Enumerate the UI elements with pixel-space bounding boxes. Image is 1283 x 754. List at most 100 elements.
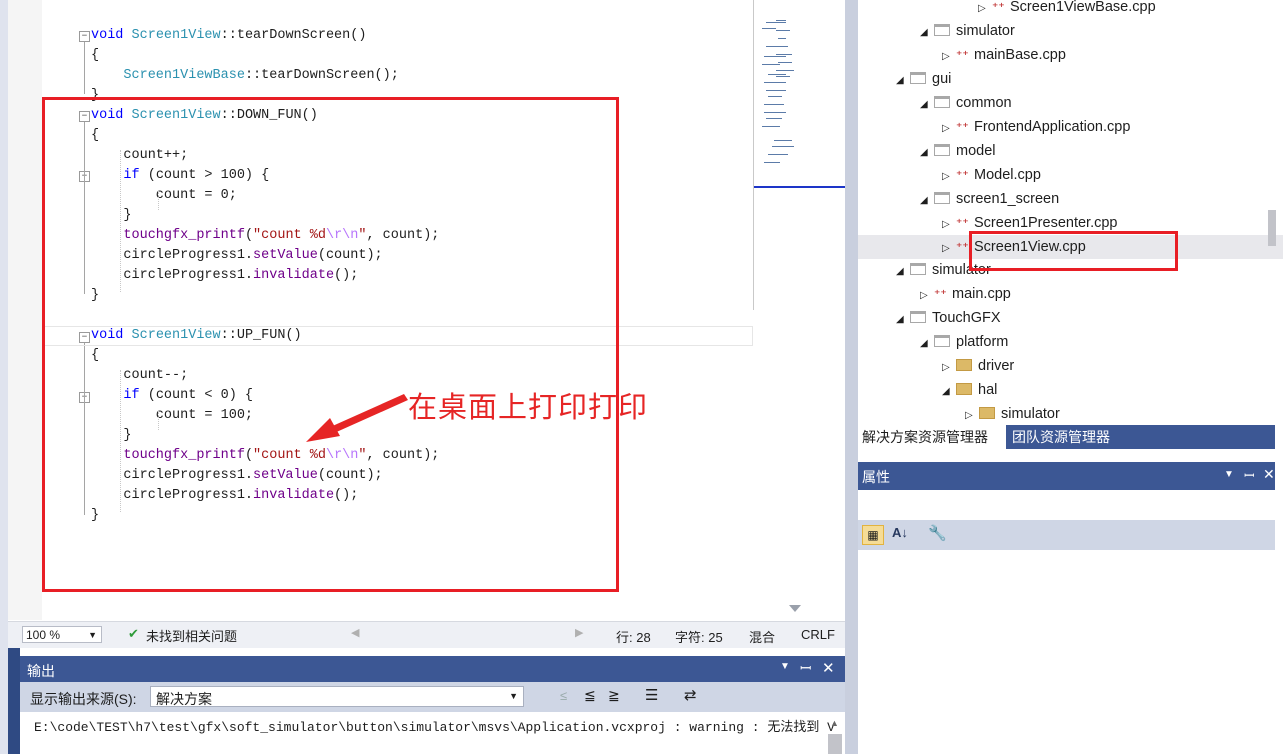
- panel-splitter[interactable]: [845, 0, 858, 754]
- tab-solution-explorer[interactable]: 解决方案资源管理器: [858, 425, 1006, 449]
- tree-item[interactable]: ◢ model: [920, 139, 996, 163]
- dropdown-icon[interactable]: ▼: [780, 661, 790, 672]
- triangle-collapsed-icon[interactable]: ▷: [978, 0, 992, 21]
- wrap-icon[interactable]: ⇄: [684, 686, 697, 704]
- minimap-mark: [766, 22, 786, 23]
- tree-item[interactable]: ▷ ⁺⁺ main.cpp: [920, 282, 1011, 306]
- triangle-expanded-icon[interactable]: ◢: [920, 141, 934, 165]
- code-minimap[interactable]: [753, 0, 847, 311]
- output-source-value: 解决方案: [156, 691, 212, 707]
- zoom-select[interactable]: 100 % ▼: [22, 626, 102, 643]
- triangle-expanded-icon[interactable]: ◢: [920, 93, 934, 117]
- output-source-label: 显示输出来源(S):: [30, 691, 137, 707]
- tree-item[interactable]: ◢ common: [920, 91, 1012, 115]
- tree-item-label: FrontendApplication.cpp: [974, 119, 1131, 135]
- tree-item[interactable]: ◢ platform: [920, 330, 1008, 354]
- triangle-collapsed-icon[interactable]: ▷: [942, 356, 956, 380]
- tree-item[interactable]: ◢ gui: [896, 67, 951, 91]
- tree-item[interactable]: ▷ ⁺⁺ Model.cpp: [942, 163, 1041, 187]
- eol-indicator[interactable]: CRLF: [801, 627, 835, 642]
- tree-item[interactable]: ▷ ⁺⁺ FrontendApplication.cpp: [942, 115, 1130, 139]
- code-token: tearDownScreen: [236, 28, 351, 43]
- categorized-icon[interactable]: ▦: [862, 525, 884, 545]
- cpp-file-icon: ⁺⁺: [956, 168, 969, 182]
- close-icon[interactable]: ✕: [1263, 466, 1275, 483]
- triangle-collapsed-icon[interactable]: ▷: [942, 45, 956, 69]
- minimap-mark: [774, 140, 792, 141]
- output-log[interactable]: E:\code\TEST\h7\test\gfx\soft_simulator\…: [20, 712, 846, 754]
- tree-item[interactable]: ▷ ⁺⁺ Screen1ViewBase.cpp: [978, 0, 1156, 19]
- clear-all-icon[interactable]: ☰: [645, 686, 658, 704]
- triangle-expanded-icon[interactable]: ◢: [896, 69, 910, 93]
- properties-toolbar: ▦ A↓ 🔧: [858, 520, 1275, 550]
- minimap-mark: [764, 112, 786, 113]
- tab-mode-indicator[interactable]: 混合: [749, 627, 775, 646]
- code-line[interactable]: Screen1ViewBase::tearDownScreen();: [91, 66, 398, 86]
- code-line[interactable]: void Screen1View::tearDownScreen(): [91, 26, 366, 46]
- tree-item[interactable]: ◢ screen1_screen: [920, 187, 1059, 211]
- prev-message-icon[interactable]: ≦: [584, 687, 596, 704]
- minimap-mark: [776, 76, 790, 77]
- tree-item[interactable]: ◢ hal: [942, 378, 997, 402]
- triangle-expanded-icon[interactable]: ◢: [920, 332, 934, 356]
- next-message-icon[interactable]: ≧: [608, 687, 620, 704]
- code-token: ::: [220, 28, 237, 43]
- tree-item[interactable]: ◢ TouchGFX: [896, 306, 1001, 330]
- scroll-down-arrow-icon[interactable]: [788, 603, 802, 613]
- fold-line: [84, 42, 85, 94]
- triangle-expanded-icon[interactable]: ◢: [896, 308, 910, 332]
- triangle-expanded-icon[interactable]: ◢: [942, 380, 956, 404]
- minimap-mark: [764, 82, 786, 83]
- pin-icon[interactable]: ꟷ: [1244, 466, 1255, 484]
- code-token: {: [91, 48, 100, 63]
- triangle-collapsed-icon[interactable]: ▷: [942, 213, 956, 237]
- output-source-select[interactable]: 解决方案 ▼: [150, 686, 524, 707]
- find-message-icon[interactable]: ≤: [560, 688, 567, 703]
- filter-folder-icon: [934, 192, 950, 204]
- triangle-expanded-icon[interactable]: ◢: [920, 189, 934, 213]
- tree-scrollbar-thumb[interactable]: [1268, 210, 1276, 246]
- scroll-left-icon[interactable]: ◀: [351, 626, 359, 639]
- tab-label: 解决方案资源管理器: [862, 429, 988, 445]
- filter-folder-icon: [910, 263, 926, 275]
- fold-collapse-icon[interactable]: −: [79, 31, 90, 42]
- tree-item[interactable]: ▷ driver: [942, 354, 1014, 378]
- annotation-text: 在桌面上打印打印: [408, 390, 649, 424]
- code-line[interactable]: {: [91, 46, 99, 66]
- tree-item[interactable]: ▷ simulator: [965, 402, 1060, 426]
- triangle-collapsed-icon[interactable]: ▷: [920, 284, 934, 308]
- tree-item-label: simulator: [1001, 406, 1060, 422]
- minimap-caret-line: [754, 186, 846, 188]
- minimap-mark: [778, 38, 786, 39]
- wrench-icon[interactable]: 🔧: [928, 524, 947, 542]
- output-scrollbar-thumb[interactable]: [828, 734, 842, 754]
- code-token: void: [91, 28, 132, 43]
- triangle-collapsed-icon[interactable]: ▷: [942, 117, 956, 141]
- minimap-mark: [766, 118, 782, 119]
- alphabetical-icon[interactable]: A↓: [892, 525, 908, 540]
- scroll-up-icon[interactable]: ▲: [830, 718, 839, 728]
- highlight-box-file: [969, 231, 1178, 271]
- minimap-mark: [776, 20, 786, 21]
- folder-icon: [956, 383, 972, 395]
- filter-folder-icon: [934, 335, 950, 347]
- dropdown-icon[interactable]: ▼: [1224, 469, 1234, 480]
- triangle-expanded-icon[interactable]: ◢: [920, 21, 934, 45]
- output-toolbar: 显示输出来源(S): 解决方案 ▼ ≤ ≦ ≧ ☰ ⇄: [20, 682, 846, 712]
- issues-status[interactable]: 未找到相关问题: [146, 626, 237, 645]
- minimap-mark: [776, 46, 788, 47]
- tree-item[interactable]: ◢ simulator: [920, 19, 1015, 43]
- properties-grid[interactable]: [858, 550, 1275, 754]
- tab-team-explorer[interactable]: 团队资源管理器: [1008, 425, 1114, 449]
- triangle-expanded-icon[interactable]: ◢: [896, 260, 910, 284]
- triangle-collapsed-icon[interactable]: ▷: [942, 165, 956, 189]
- dropdown-icon: ▼: [88, 630, 97, 640]
- code-token: Screen1View: [131, 28, 221, 43]
- code-minimap-lower[interactable]: [753, 310, 847, 620]
- close-icon[interactable]: ✕: [822, 659, 835, 677]
- pin-icon[interactable]: ꟷ: [800, 659, 811, 678]
- minimap-mark: [778, 62, 792, 63]
- properties-object-selector[interactable]: [858, 490, 1275, 520]
- tree-item[interactable]: ▷ ⁺⁺ mainBase.cpp: [942, 43, 1066, 67]
- scroll-right-icon[interactable]: ▶: [575, 626, 583, 639]
